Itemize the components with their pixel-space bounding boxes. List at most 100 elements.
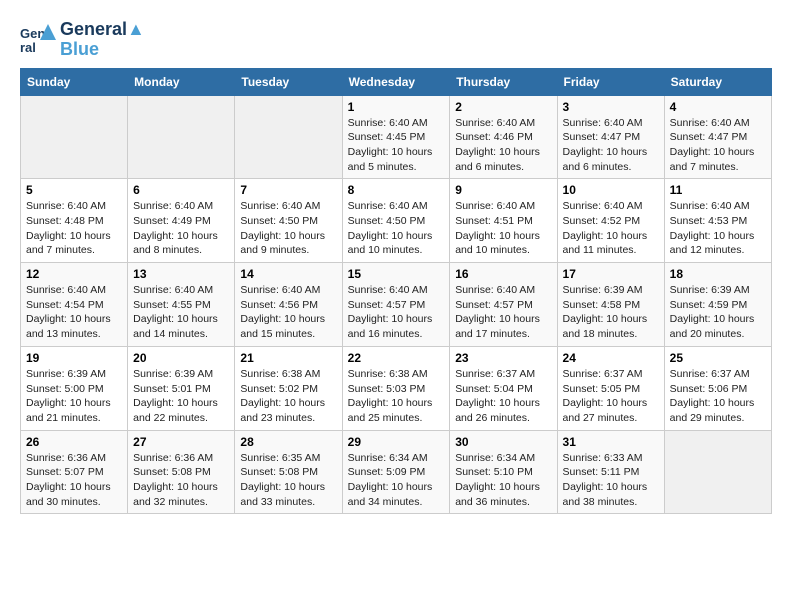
day-info: Sunrise: 6:34 AMSunset: 5:10 PMDaylight:… xyxy=(455,451,551,510)
day-info: Sunrise: 6:39 AMSunset: 4:58 PMDaylight:… xyxy=(563,283,659,342)
day-number: 31 xyxy=(563,435,659,449)
calendar-cell: 15 Sunrise: 6:40 AMSunset: 4:57 PMDayligh… xyxy=(342,263,450,347)
calendar-table: SundayMondayTuesdayWednesdayThursdayFrid… xyxy=(20,68,772,515)
day-number: 19 xyxy=(26,351,122,365)
calendar-week-5: 26 Sunrise: 6:36 AMSunset: 5:07 PMDayligh… xyxy=(21,430,772,514)
calendar-header-row: SundayMondayTuesdayWednesdayThursdayFrid… xyxy=(21,68,772,95)
calendar-cell: 26 Sunrise: 6:36 AMSunset: 5:07 PMDayligh… xyxy=(21,430,128,514)
day-number: 20 xyxy=(133,351,229,365)
day-info: Sunrise: 6:40 AMSunset: 4:51 PMDaylight:… xyxy=(455,199,551,258)
calendar-cell: 27 Sunrise: 6:36 AMSunset: 5:08 PMDayligh… xyxy=(128,430,235,514)
day-number: 1 xyxy=(348,100,445,114)
day-number: 24 xyxy=(563,351,659,365)
header-tuesday: Tuesday xyxy=(235,68,342,95)
calendar-cell: 25 Sunrise: 6:37 AMSunset: 5:06 PMDayligh… xyxy=(664,346,771,430)
calendar-cell: 24 Sunrise: 6:37 AMSunset: 5:05 PMDayligh… xyxy=(557,346,664,430)
day-number: 26 xyxy=(26,435,122,449)
calendar-week-3: 12Sunrise: 6:40 AMSunset: 4:54 PMDayligh… xyxy=(21,263,772,347)
day-info: Sunrise: 6:40 AMSunset: 4:55 PMDaylight:… xyxy=(133,283,229,342)
calendar-cell: 8 Sunrise: 6:40 AMSunset: 4:50 PMDaylight… xyxy=(342,179,450,263)
day-info: Sunrise: 6:39 AMSunset: 5:01 PMDaylight:… xyxy=(133,367,229,426)
day-number: 21 xyxy=(240,351,336,365)
day-info: Sunrise: 6:40 AMSunset: 4:53 PMDaylight:… xyxy=(670,199,766,258)
svg-text:ral: ral xyxy=(20,40,36,55)
calendar-cell: 9 Sunrise: 6:40 AMSunset: 4:51 PMDaylight… xyxy=(450,179,557,263)
calendar-cell: 5 Sunrise: 6:40 AMSunset: 4:48 PMDaylight… xyxy=(21,179,128,263)
calendar-cell xyxy=(664,430,771,514)
calendar-cell: 3 Sunrise: 6:40 AMSunset: 4:47 PMDaylight… xyxy=(557,95,664,179)
day-info: Sunrise: 6:36 AMSunset: 5:07 PMDaylight:… xyxy=(26,451,122,510)
calendar-cell xyxy=(21,95,128,179)
day-info: Sunrise: 6:34 AMSunset: 5:09 PMDaylight:… xyxy=(348,451,445,510)
logo-line2: Blue xyxy=(60,40,145,60)
calendar-cell: 17Sunrise: 6:39 AMSunset: 4:58 PMDayligh… xyxy=(557,263,664,347)
page-header: Gene ral General▲ Blue xyxy=(20,20,772,60)
day-number: 28 xyxy=(240,435,336,449)
calendar-cell: 7Sunrise: 6:40 AMSunset: 4:50 PMDaylight… xyxy=(235,179,342,263)
logo-line1: General▲ xyxy=(60,20,145,40)
day-info: Sunrise: 6:40 AMSunset: 4:47 PMDaylight:… xyxy=(670,116,766,175)
day-info: Sunrise: 6:40 AMSunset: 4:52 PMDaylight:… xyxy=(563,199,659,258)
calendar-cell: 10 Sunrise: 6:40 AMSunset: 4:52 PMDayligh… xyxy=(557,179,664,263)
day-number: 22 xyxy=(348,351,445,365)
day-info: Sunrise: 6:36 AMSunset: 5:08 PMDaylight:… xyxy=(133,451,229,510)
day-number: 3 xyxy=(563,100,659,114)
day-info: Sunrise: 6:40 AMSunset: 4:50 PMDaylight:… xyxy=(348,199,445,258)
logo: Gene ral General▲ Blue xyxy=(20,20,145,60)
day-info: Sunrise: 6:40 AMSunset: 4:57 PMDaylight:… xyxy=(348,283,445,342)
day-info: Sunrise: 6:37 AMSunset: 5:06 PMDaylight:… xyxy=(670,367,766,426)
day-number: 4 xyxy=(670,100,766,114)
header-friday: Friday xyxy=(557,68,664,95)
day-number: 5 xyxy=(26,183,122,197)
calendar-cell: 29 Sunrise: 6:34 AMSunset: 5:09 PMDayligh… xyxy=(342,430,450,514)
header-monday: Monday xyxy=(128,68,235,95)
day-number: 27 xyxy=(133,435,229,449)
day-info: Sunrise: 6:38 AMSunset: 5:02 PMDaylight:… xyxy=(240,367,336,426)
day-number: 13 xyxy=(133,267,229,281)
day-info: Sunrise: 6:40 AMSunset: 4:48 PMDaylight:… xyxy=(26,199,122,258)
calendar-cell: 6Sunrise: 6:40 AMSunset: 4:49 PMDaylight… xyxy=(128,179,235,263)
calendar-cell: 13 Sunrise: 6:40 AMSunset: 4:55 PMDayligh… xyxy=(128,263,235,347)
header-sunday: Sunday xyxy=(21,68,128,95)
day-number: 10 xyxy=(563,183,659,197)
calendar-cell: 14 Sunrise: 6:40 AMSunset: 4:56 PMDayligh… xyxy=(235,263,342,347)
day-info: Sunrise: 6:37 AMSunset: 5:05 PMDaylight:… xyxy=(563,367,659,426)
day-info: Sunrise: 6:35 AMSunset: 5:08 PMDaylight:… xyxy=(240,451,336,510)
day-info: Sunrise: 6:37 AMSunset: 5:04 PMDaylight:… xyxy=(455,367,551,426)
day-number: 15 xyxy=(348,267,445,281)
day-info: Sunrise: 6:40 AMSunset: 4:57 PMDaylight:… xyxy=(455,283,551,342)
day-number: 23 xyxy=(455,351,551,365)
day-number: 2 xyxy=(455,100,551,114)
calendar-cell: 21 Sunrise: 6:38 AMSunset: 5:02 PMDayligh… xyxy=(235,346,342,430)
day-info: Sunrise: 6:38 AMSunset: 5:03 PMDaylight:… xyxy=(348,367,445,426)
calendar-cell: 19 Sunrise: 6:39 AMSunset: 5:00 PMDayligh… xyxy=(21,346,128,430)
day-number: 30 xyxy=(455,435,551,449)
calendar-cell: 2 Sunrise: 6:40 AMSunset: 4:46 PMDaylight… xyxy=(450,95,557,179)
calendar-cell: 18Sunrise: 6:39 AMSunset: 4:59 PMDayligh… xyxy=(664,263,771,347)
calendar-cell: 16Sunrise: 6:40 AMSunset: 4:57 PMDayligh… xyxy=(450,263,557,347)
day-number: 9 xyxy=(455,183,551,197)
day-number: 11 xyxy=(670,183,766,197)
calendar-cell: 31Sunrise: 6:33 AMSunset: 5:11 PMDayligh… xyxy=(557,430,664,514)
calendar-cell: 4 Sunrise: 6:40 AMSunset: 4:47 PMDaylight… xyxy=(664,95,771,179)
day-number: 14 xyxy=(240,267,336,281)
calendar-cell xyxy=(128,95,235,179)
calendar-cell: 1 Sunrise: 6:40 AMSunset: 4:45 PMDaylight… xyxy=(342,95,450,179)
day-number: 29 xyxy=(348,435,445,449)
day-info: Sunrise: 6:39 AMSunset: 4:59 PMDaylight:… xyxy=(670,283,766,342)
day-number: 7 xyxy=(240,183,336,197)
day-info: Sunrise: 6:40 AMSunset: 4:46 PMDaylight:… xyxy=(455,116,551,175)
day-info: Sunrise: 6:40 AMSunset: 4:47 PMDaylight:… xyxy=(563,116,659,175)
header-saturday: Saturday xyxy=(664,68,771,95)
day-number: 8 xyxy=(348,183,445,197)
header-wednesday: Wednesday xyxy=(342,68,450,95)
day-number: 12 xyxy=(26,267,122,281)
day-info: Sunrise: 6:40 AMSunset: 4:56 PMDaylight:… xyxy=(240,283,336,342)
calendar-cell xyxy=(235,95,342,179)
day-info: Sunrise: 6:39 AMSunset: 5:00 PMDaylight:… xyxy=(26,367,122,426)
calendar-cell: 12Sunrise: 6:40 AMSunset: 4:54 PMDayligh… xyxy=(21,263,128,347)
day-number: 25 xyxy=(670,351,766,365)
calendar-cell: 20 Sunrise: 6:39 AMSunset: 5:01 PMDayligh… xyxy=(128,346,235,430)
day-info: Sunrise: 6:40 AMSunset: 4:45 PMDaylight:… xyxy=(348,116,445,175)
header-thursday: Thursday xyxy=(450,68,557,95)
